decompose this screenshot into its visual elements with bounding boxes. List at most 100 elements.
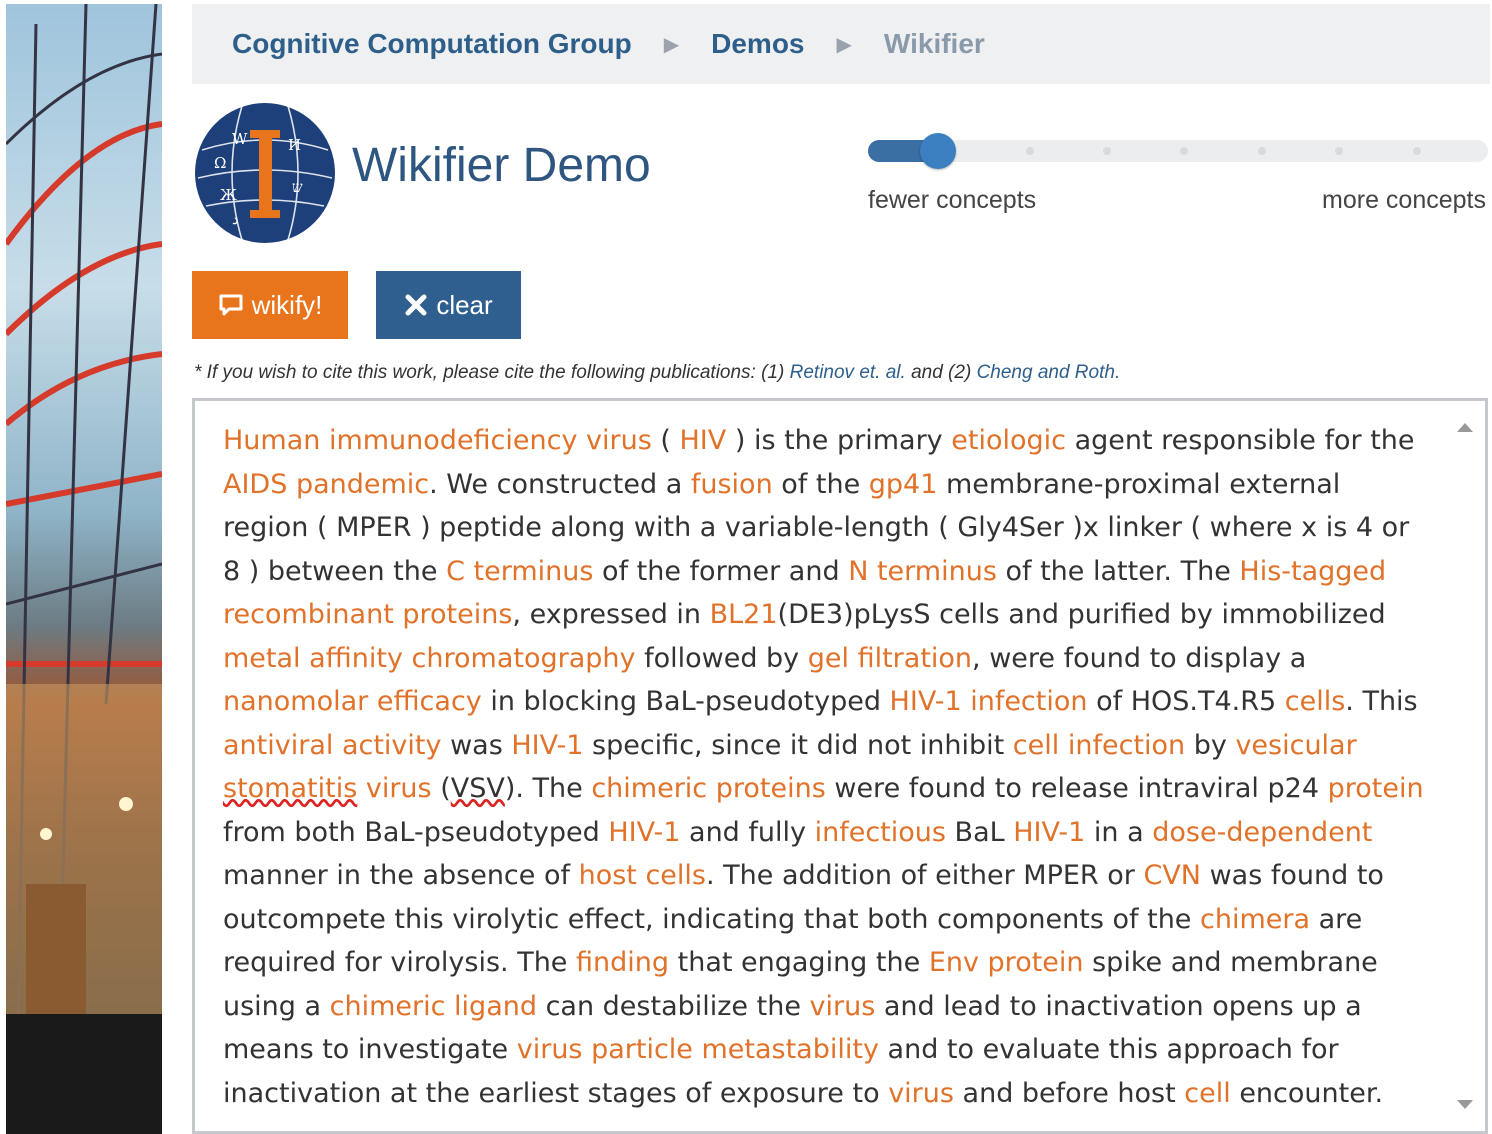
wikified-concept-link[interactable]: virus [888,1078,954,1109]
svg-text:Ω: Ω [214,154,226,172]
wikified-concept-link[interactable]: gp41 [869,469,938,500]
wikified-concept-link[interactable]: dose-dependent [1152,817,1372,848]
wikified-concept-link[interactable]: cell [1184,1078,1230,1109]
side-photo [6,4,162,1134]
wikified-concept-link[interactable]: finding [576,947,669,978]
svg-text:W: W [232,130,248,148]
breadcrumb-current: Wikifier [883,28,985,59]
wikified-concept-link[interactable]: virus [357,773,432,804]
text-span: by [1185,729,1236,761]
text-span: VSV [450,773,505,804]
wikified-concept-link[interactable]: etiologic [951,425,1066,456]
wikified-concept-link[interactable]: infectious [815,817,946,848]
breadcrumb-link-demos[interactable]: Demos [711,28,804,60]
wikified-concept-link[interactable]: HIV-1 [608,817,680,848]
wikified-concept-link[interactable]: stomatitis [223,773,357,804]
close-icon [405,294,427,316]
concept-density-slider[interactable] [868,133,1488,169]
wikified-concept-link[interactable]: virus particle metastability [517,1034,879,1065]
wikified-concept-link[interactable]: HIV [680,425,727,456]
wikified-concept-link[interactable]: N terminus [848,556,997,587]
text-span: agent responsible for the [1065,425,1415,456]
wikified-concept-link[interactable]: chimeric proteins [591,773,825,804]
wikified-concept-link[interactable]: AIDS pandemic [223,469,429,500]
breadcrumb-separator-icon: ▶ [663,33,680,56]
wikified-concept-link[interactable]: BL21 [710,599,778,630]
scrollbar[interactable] [1445,401,1485,1131]
chat-bubble-icon [219,294,243,316]
citation-link-cheng-roth[interactable]: Cheng and Roth. [977,362,1121,383]
scroll-up-icon[interactable] [1457,423,1473,432]
text-span: can destabilize the [537,990,810,1022]
text-span: of HOS.T4.R5 [1087,686,1285,717]
wikified-concept-link[interactable]: vesicular [1235,730,1356,761]
slider-step-dot [1413,147,1421,155]
breadcrumb: Cognitive Computation Group ▶ Demos ▶ Wi… [192,4,1490,84]
citation-note: * If you wish to cite this work, please … [194,362,1120,384]
text-span: . This [1345,686,1418,717]
slider-track[interactable] [868,140,1488,162]
text-span: and fully [680,816,815,848]
text-span: was [441,729,512,761]
text-span: . We constructed a [429,468,691,500]
text-span: specific, since it did not inhibit [583,729,1013,761]
citation-link-retinov[interactable]: Retinov et. al. [790,362,906,383]
wikified-concept-link[interactable]: C terminus [446,556,593,587]
svg-text:И: И [288,136,301,154]
text-span: ). The [504,773,592,804]
text-span: of the latter. The [996,555,1240,587]
wikified-concept-link[interactable]: cell infection [1013,730,1185,761]
text-span: . The addition of either MPER or [705,860,1144,891]
wikified-concept-link[interactable]: HIV-1 infection [890,686,1088,717]
wikified-concept-link[interactable]: chimera [1200,904,1310,935]
slider-step-dot [1026,147,1034,155]
wikify-button-label: wikify! [251,289,323,320]
wikified-concept-link[interactable]: fusion [691,469,773,500]
svg-text:ש: ש [292,178,303,196]
clear-button[interactable]: clear [376,271,521,339]
text-span: from both BaL-pseudotyped [223,816,609,848]
wikified-concept-link[interactable]: chimeric ligand [330,991,537,1022]
text-span: ) is the primary [726,425,952,456]
slider-min-label: fewer concepts [868,186,1037,214]
breadcrumb-link-ccg[interactable]: Cognitive Computation Group [232,28,632,60]
text-span: BaL [945,816,1014,848]
wikified-concept-link[interactable]: host cells [579,860,706,891]
wikified-concept-link[interactable]: nanomolar efficacy [223,686,482,717]
text-span: (DE3)pLysS cells and purified by immobil… [777,599,1386,630]
clear-button-label: clear [436,289,493,320]
text-span: ( [651,425,680,456]
text-span: were found to release intraviral p24 [825,773,1328,804]
text-span: in a [1085,816,1153,848]
wikified-concept-link[interactable]: Human immunodeficiency virus [223,425,652,456]
wikified-concept-link[interactable]: HIV-1 [511,730,583,761]
annotated-text[interactable]: Human immunodeficiency virus ( HIV ) is … [223,419,1433,1115]
text-span: , expressed in [512,599,710,630]
slider-step-dot [1335,147,1343,155]
wikified-concept-link[interactable]: cells [1285,686,1346,717]
text-span: manner in the absence of [223,860,579,891]
citation-middle: and (2) [905,362,977,383]
wikified-concept-link[interactable]: antiviral activity [223,730,441,761]
slider-max-label: more concepts [1322,186,1486,214]
wikified-concept-link[interactable]: metal affinity chromatography [223,643,636,674]
wikified-concept-link[interactable]: Env protein [929,947,1084,978]
wikified-concept-link[interactable]: protein [1328,773,1424,804]
wikified-concept-link[interactable]: gel filtration [808,643,972,674]
slider-step-dot [1103,147,1111,155]
wikified-concept-link[interactable]: virus [810,991,876,1022]
wikified-concept-link[interactable]: HIV-1 [1013,817,1085,848]
scroll-down-icon[interactable] [1457,1100,1473,1109]
wikified-concept-link[interactable]: CVN [1143,860,1201,891]
text-span: of the [772,468,869,500]
input-text-area[interactable]: Human immunodeficiency virus ( HIV ) is … [192,398,1488,1134]
text-span: of the former and [593,555,849,587]
text-span: , were found to display a [972,642,1307,674]
slider-handle[interactable] [920,133,956,169]
text-span: and before host [953,1077,1185,1109]
svg-text:Ж: Ж [220,186,237,204]
slider-step-dot [1180,147,1188,155]
text-span: ( [431,773,451,804]
wikify-button[interactable]: wikify! [192,271,348,339]
svg-text:د: د [232,210,239,228]
